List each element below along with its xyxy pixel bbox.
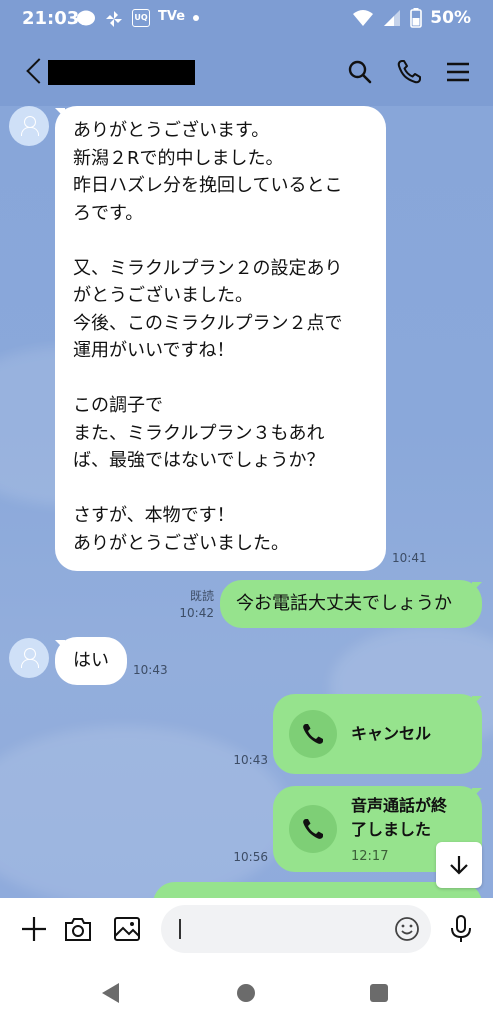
chat-header — [0, 38, 493, 106]
call-status-text: キャンセル — [351, 724, 432, 743]
read-receipt: 既読 — [189, 589, 214, 603]
message-line: ば、最強ではないでしょうか？ — [73, 450, 325, 471]
search-icon[interactable] — [346, 58, 374, 86]
message-line: 新潟２Rで的中しました。 — [73, 147, 284, 169]
status-icons-left: UQ TVe — [76, 9, 200, 29]
message-line: 又、ミラクルプラン２の設定あり — [73, 257, 343, 279]
message-bubble-incoming[interactable]: ありがとうございます。 新潟２Rで的中しました。 昨日ハズレ分を挽回しているとこ… — [55, 106, 386, 571]
message-line: ありがとうございます。 — [73, 120, 270, 141]
contact-name-redacted — [48, 60, 195, 85]
message-line: 今後、このミラクルプラン２点で — [73, 312, 343, 334]
call-bubble-cancelled[interactable]: キャンセル — [273, 694, 482, 774]
message-time: 10:42 — [179, 606, 214, 620]
message-line: 運用がいいですね！ — [73, 340, 235, 361]
message-time: 10:43 — [233, 753, 268, 767]
avatar[interactable] — [9, 106, 49, 146]
system-nav-bar — [0, 962, 493, 1024]
camera-icon[interactable] — [63, 914, 93, 944]
menu-icon[interactable] — [444, 58, 472, 86]
pinwheel-icon — [106, 11, 122, 27]
message-bubble-outgoing-partial[interactable]: ... — [153, 882, 482, 898]
chat-area[interactable]: ありがとうございます。 新潟２Rで的中しました。 昨日ハズレ分を挽回しているとこ… — [0, 106, 493, 898]
message-bubble-incoming[interactable]: はい — [55, 637, 127, 685]
message-time: 10:43 — [133, 663, 168, 677]
message-line: がとうございました。 — [73, 285, 253, 306]
line-app-icon — [77, 10, 95, 26]
nav-recents-icon[interactable] — [370, 984, 388, 1002]
image-icon[interactable] — [112, 914, 142, 944]
status-icons-right: 50% — [352, 8, 471, 28]
message-time: 10:41 — [392, 551, 427, 565]
message-line — [73, 475, 386, 503]
emoji-icon[interactable] — [392, 914, 422, 944]
dot-icon — [193, 15, 200, 21]
status-bar: 21:03 UQ TVe 50% — [0, 0, 493, 38]
wifi-icon — [353, 10, 374, 26]
signal-icon — [384, 10, 401, 26]
phone-icon — [303, 819, 323, 839]
call-icon-circle — [289, 710, 337, 758]
message-line: さすが、本物です！ — [73, 505, 235, 526]
nav-home-icon[interactable] — [237, 984, 255, 1002]
status-time: 21:03 — [22, 8, 80, 29]
message-bubble-outgoing[interactable]: 今お電話大丈夫でしょうか — [220, 580, 482, 628]
message-input[interactable] — [161, 905, 431, 953]
message-input-bar — [0, 898, 493, 962]
battery-icon — [410, 8, 423, 28]
message-time: 10:56 — [233, 850, 268, 864]
uq-icon: UQ — [132, 9, 150, 27]
phone-icon — [303, 724, 323, 744]
message-line: この調子で — [73, 395, 163, 416]
arrow-down-icon — [450, 856, 468, 875]
message-line — [73, 365, 386, 393]
message-line — [73, 227, 386, 255]
plus-icon[interactable] — [19, 914, 49, 944]
battery-percent: 50% — [430, 8, 471, 28]
message-line: 昨日ハズレ分を挽回しているとこ — [73, 175, 343, 196]
message-text: ... — [171, 886, 482, 898]
microphone-icon[interactable] — [446, 914, 476, 944]
message-text: はい — [73, 650, 109, 671]
message-line: ろです。 — [73, 202, 144, 224]
text-caret — [179, 919, 181, 939]
call-status-text: 音声通話が終 了しました — [351, 796, 448, 839]
back-icon[interactable] — [22, 56, 48, 86]
call-duration: 12:17 — [351, 849, 389, 864]
tver-icon: TVe — [158, 9, 186, 24]
message-text: 今お電話大丈夫でしょうか — [236, 593, 452, 614]
message-line: また、ミラクルプラン３もあれ — [73, 422, 325, 444]
scroll-to-bottom-button[interactable] — [436, 842, 482, 888]
avatar[interactable] — [9, 638, 49, 678]
message-line: ありがとうございました。 — [73, 532, 289, 554]
nav-back-icon[interactable] — [102, 983, 119, 1003]
phone-icon[interactable] — [395, 58, 423, 86]
call-icon-circle — [289, 805, 337, 853]
